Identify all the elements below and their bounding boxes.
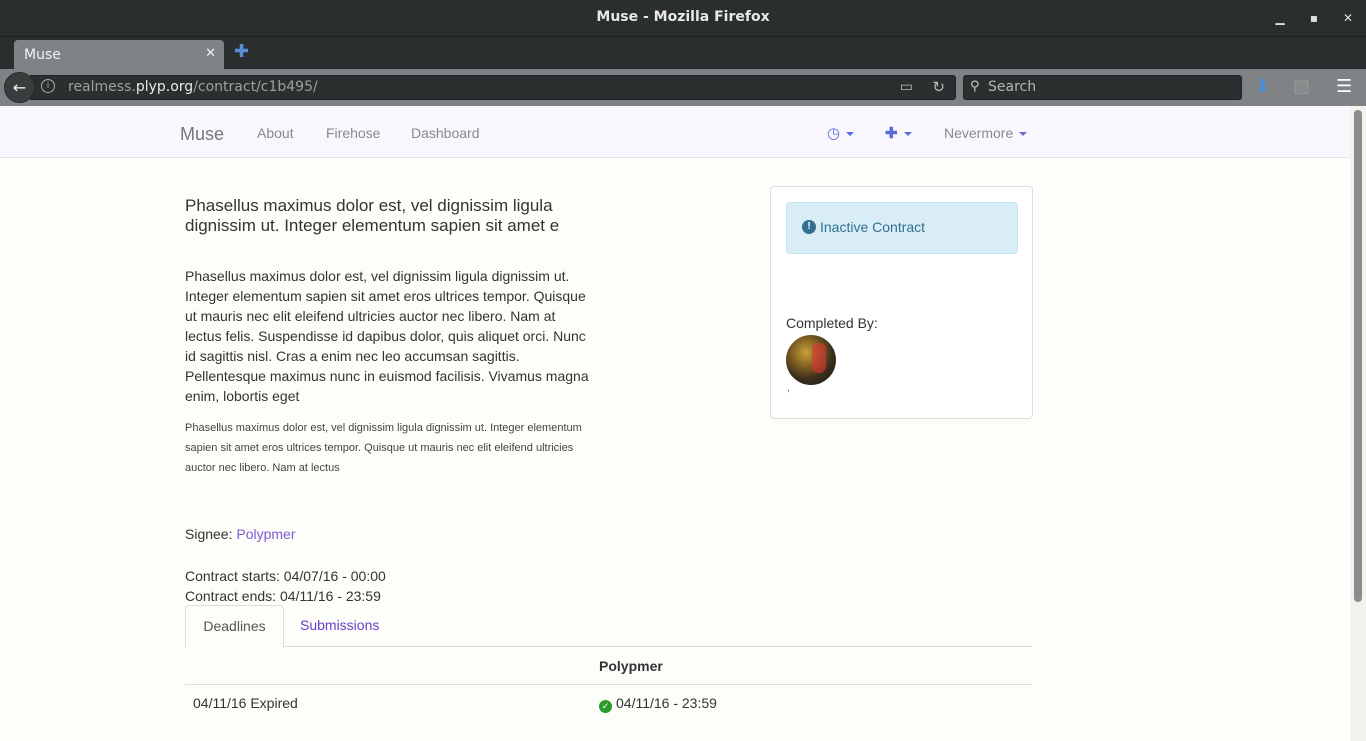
- completed-by-label: Completed By:: [786, 315, 878, 331]
- tab-submissions[interactable]: Submissions: [300, 617, 379, 633]
- download-icon[interactable]: ⬇: [1255, 76, 1270, 97]
- window-title: Muse - Mozilla Firefox: [596, 9, 770, 25]
- window-titlebar: Muse - Mozilla Firefox ▁ ▪ ✕: [0, 0, 1366, 36]
- create-dropdown[interactable]: ✚: [885, 124, 912, 142]
- reader-view-icon[interactable]: ▭: [900, 79, 913, 95]
- contract-title: Phasellus maximus dolor est, vel digniss…: [185, 196, 560, 235]
- maximize-icon[interactable]: ▪: [1304, 8, 1324, 28]
- inactive-alert: ! Inactive Contract: [786, 202, 1018, 254]
- browser-tab[interactable]: Muse ✕: [14, 40, 224, 70]
- brand-link[interactable]: Muse: [180, 124, 224, 145]
- contract-dates: Contract starts: 04/07/16 - 00:00 Contra…: [185, 566, 386, 606]
- header-divider: [185, 684, 1033, 685]
- back-button[interactable]: ←: [4, 72, 35, 103]
- new-tab-icon[interactable]: ✚: [234, 41, 249, 62]
- contract-end: Contract ends: 04/11/16 - 23:59: [185, 588, 381, 604]
- nav-dashboard[interactable]: Dashboard: [411, 125, 480, 141]
- plus-icon: ✚: [885, 125, 898, 142]
- url-bar[interactable]: i realmess.plyp.org/contract/c1b495/ ▭ ↻: [30, 75, 956, 100]
- avatar-caption: ,: [787, 383, 790, 394]
- site-info-icon[interactable]: i: [41, 79, 55, 93]
- browser-toolbar: i realmess.plyp.org/contract/c1b495/ ▭ ↻…: [0, 69, 1366, 106]
- table-cell-submitted: ✓ 04/11/16 - 23:59: [599, 695, 717, 713]
- sync-icon[interactable]: ▨: [1293, 76, 1310, 97]
- table-header-user: Polypmer: [599, 658, 663, 674]
- search-placeholder: Search: [988, 79, 1037, 95]
- contract-excerpt: Phasellus maximus dolor est, vel digniss…: [185, 422, 582, 474]
- search-input[interactable]: ⚲ Search: [963, 75, 1242, 100]
- clock-icon: ◷: [827, 125, 841, 142]
- nav-about[interactable]: About: [257, 125, 294, 141]
- status-panel: ! Inactive Contract Completed By: ,: [770, 186, 1033, 419]
- scroll-thumb[interactable]: [1354, 110, 1362, 602]
- tab-deadlines[interactable]: Deadlines: [185, 605, 284, 648]
- menu-icon[interactable]: ☰: [1336, 76, 1352, 97]
- user-menu-dropdown[interactable]: Nevermore: [944, 125, 1028, 141]
- signee-label: Signee:: [185, 526, 233, 542]
- page-scrollbar[interactable]: [1350, 106, 1366, 741]
- alert-text: Inactive Contract: [820, 219, 926, 235]
- signee-row: Signee: Polypmer: [185, 526, 296, 542]
- contract-tabs: Deadlines Submissions: [185, 605, 1033, 648]
- signee-link[interactable]: Polypmer: [236, 526, 295, 542]
- minimize-icon[interactable]: ▁: [1270, 8, 1290, 28]
- contract-body: Phasellus maximus dolor est, vel digniss…: [185, 268, 589, 404]
- contract-start: Contract starts: 04/07/16 - 00:00: [185, 568, 386, 584]
- exclamation-circle-icon: !: [802, 220, 816, 234]
- check-circle-icon: ✓: [599, 700, 612, 713]
- history-dropdown[interactable]: ◷: [827, 124, 855, 142]
- close-tab-icon[interactable]: ✕: [205, 46, 216, 61]
- reload-icon[interactable]: ↻: [932, 78, 945, 96]
- site-navbar: Muse About Firehose Dashboard ◷ ✚ Neverm…: [0, 106, 1350, 158]
- tab-strip: Muse ✕: [0, 36, 1366, 70]
- search-icon: ⚲: [970, 79, 980, 94]
- nav-firehose[interactable]: Firehose: [326, 125, 380, 141]
- avatar[interactable]: [786, 335, 836, 385]
- close-window-icon[interactable]: ✕: [1338, 8, 1358, 28]
- table-cell-deadline: 04/11/16 Expired: [193, 695, 298, 711]
- url-text: realmess.plyp.org/contract/c1b495/: [68, 79, 318, 95]
- tab-title: Muse: [24, 47, 61, 63]
